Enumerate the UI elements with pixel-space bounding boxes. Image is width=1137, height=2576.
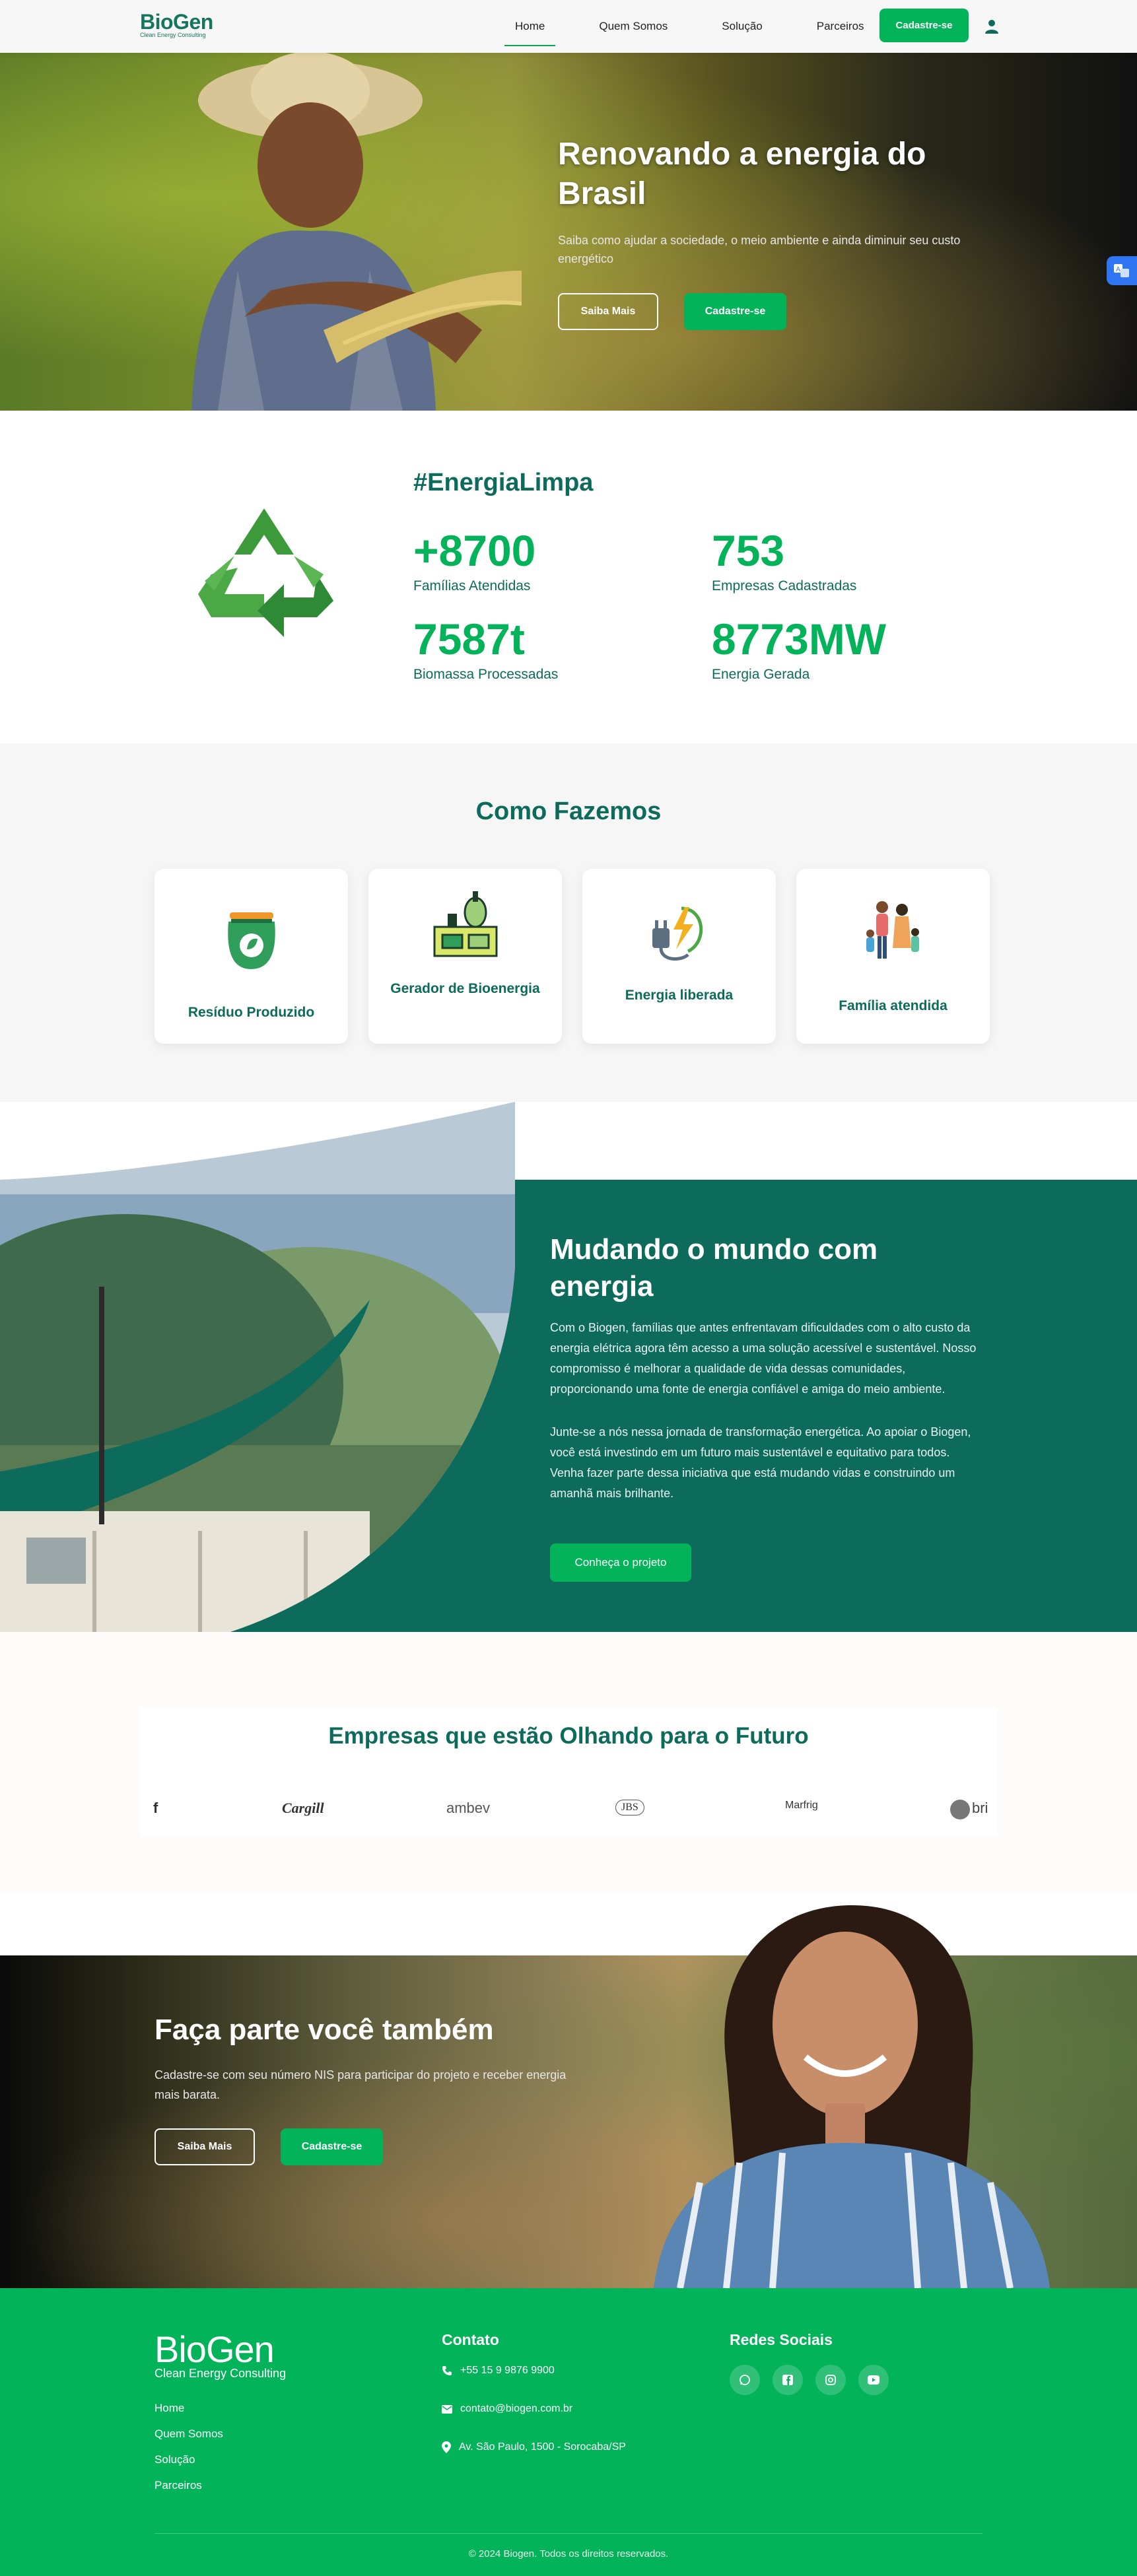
- footer-divider: [155, 2533, 982, 2534]
- footer-logo[interactable]: BioGen Clean Energy Consulting: [155, 2331, 286, 2381]
- nav-link-parceiros[interactable]: Parceiros: [806, 15, 875, 38]
- brand-logo-mark: [950, 1800, 970, 1819]
- bioenergy-generator-icon: [433, 891, 498, 957]
- brand-logo-bri: bri: [972, 1800, 988, 1816]
- email-icon: [442, 2404, 452, 2414]
- family-icon: [866, 901, 919, 959]
- faca-signup-button[interactable]: Cadastre-se: [281, 2128, 383, 2165]
- nav-signup-button[interactable]: Cadastre-se: [879, 9, 969, 42]
- hero-section: Renovando a energia do Brasil Saiba como…: [0, 53, 1137, 411]
- faca-parte-subtitle: Cadastre-se com seu número NIS para part…: [155, 2068, 567, 2101]
- card-gerador: Gerador de Bioenergia: [368, 869, 562, 1044]
- footer-phone-text: +55 15 9 9876 9900: [460, 2365, 555, 2376]
- stat-value-familias: +8700: [413, 526, 536, 575]
- empresas-carousel: Empresas que estão Olhando para o Futuro…: [140, 1707, 997, 1835]
- translate-icon: A: [1114, 264, 1129, 277]
- footer-social-title: Redes Sociais: [730, 2331, 833, 2348]
- farmer-photo: [191, 53, 522, 411]
- location-pin-icon: [442, 2441, 451, 2453]
- como-fazemos-section: Como Fazemos Resíduo Produzido Gerador d…: [0, 743, 1137, 1102]
- brand-logo-ambev: ambev: [446, 1800, 491, 1816]
- card-label-energia: Energia liberada: [625, 988, 734, 1003]
- facebook-icon[interactable]: [773, 2365, 803, 2395]
- svg-text:A: A: [1116, 266, 1120, 273]
- biogas-plant-photo: [0, 1102, 515, 1656]
- stat-value-empresas: 753: [712, 526, 785, 575]
- faca-parte-title: Faça parte você também: [155, 2014, 494, 2046]
- footer-address-text: Av. São Paulo, 1500 - Sorocaba/SP: [459, 2441, 626, 2453]
- card-label-gerador: Gerador de Bioenergia: [390, 981, 540, 996]
- stats-section: #EnergiaLimpa +8700 Famílias Atendidas 7…: [0, 411, 1137, 743]
- stat-label-biomassa: Biomassa Processadas: [413, 667, 559, 682]
- logo-tagline: Clean Energy Consulting: [140, 32, 206, 38]
- footer-copyright: © 2024 Biogen. Todos os direitos reserva…: [468, 2548, 669, 2559]
- faca-learn-more-button[interactable]: Saiba Mais: [155, 2128, 255, 2165]
- navbar: BioGen Clean Energy Consulting Home Quem…: [0, 0, 1137, 53]
- energy-plug-icon: [652, 906, 703, 961]
- card-residuo: Resíduo Produzido: [155, 869, 348, 1044]
- nav-links: Home Quem Somos Solução Parceiros: [504, 0, 908, 53]
- brand-logo-cargill: Cargill: [282, 1800, 324, 1816]
- footer-logo-text: BioGen: [155, 2328, 275, 2370]
- stats-hashtag: #EnergiaLimpa: [413, 469, 594, 496]
- footer-phone[interactable]: +55 15 9 9876 9900: [442, 2365, 555, 2377]
- nav-link-quem-somos[interactable]: Quem Somos: [588, 15, 678, 38]
- youtube-icon[interactable]: [858, 2365, 889, 2395]
- nav-link-solucao[interactable]: Solução: [711, 15, 773, 38]
- mudando-paragraph-2: Junte-se a nós nessa jornada de transfor…: [550, 1425, 971, 1500]
- card-energia: Energia liberada: [582, 869, 776, 1044]
- accessibility-widget[interactable]: A: [1107, 256, 1137, 285]
- como-fazemos-title: Como Fazemos: [475, 797, 662, 825]
- brand-logo-marfrig: Marfrig: [785, 1800, 818, 1811]
- mudando-title: Mudando o mundo com energia: [550, 1233, 878, 1303]
- woman-photo: [654, 1905, 1050, 2288]
- waste-bag-icon: [228, 912, 275, 969]
- footer-email-text: contato@biogen.com.br: [460, 2403, 573, 2414]
- nav-link-home[interactable]: Home: [504, 15, 556, 46]
- recycle-icon: [198, 508, 333, 637]
- stat-label-empresas: Empresas Cadastradas: [712, 578, 857, 593]
- empresas-section: Empresas que estão Olhando para o Futuro…: [0, 1632, 1137, 1893]
- footer-link-parceiros[interactable]: Parceiros: [155, 2479, 202, 2492]
- stat-value-biomassa: 7587t: [413, 615, 525, 663]
- brand-logo-jbs: JBS: [615, 1800, 644, 1815]
- stat-label-energia: Energia Gerada: [712, 667, 810, 682]
- footer-link-quem-somos[interactable]: Quem Somos: [155, 2427, 223, 2441]
- hero-learn-more-button[interactable]: Saiba Mais: [558, 293, 658, 330]
- whatsapp-icon[interactable]: [730, 2365, 760, 2395]
- footer-email[interactable]: contato@biogen.com.br: [442, 2403, 572, 2415]
- stat-value-energia: 8773MW: [712, 615, 887, 663]
- hero-title: Renovando a energia do Brasil: [558, 137, 926, 211]
- user-icon[interactable]: [984, 18, 1000, 34]
- logo-text: BioGen: [140, 10, 213, 34]
- brand-logo-partial: f: [153, 1800, 158, 1816]
- logo[interactable]: BioGen Clean Energy Consulting: [140, 11, 213, 38]
- footer-link-home[interactable]: Home: [155, 2402, 184, 2415]
- card-familia: Família atendida: [796, 869, 990, 1044]
- card-label-residuo: Resíduo Produzido: [188, 1005, 315, 1020]
- mudando-paragraph-1: Com o Biogen, famílias que antes enfrent…: [550, 1321, 977, 1396]
- card-label-familia: Família atendida: [839, 998, 948, 1013]
- stat-label-familias: Famílias Atendidas: [413, 578, 531, 593]
- empresas-title: Empresas que estão Olhando para o Futuro: [328, 1723, 809, 1749]
- footer-address[interactable]: Av. São Paulo, 1500 - Sorocaba/SP: [442, 2441, 626, 2453]
- phone-icon: [442, 2366, 452, 2375]
- conheca-projeto-button[interactable]: Conheça o projeto: [550, 1543, 691, 1582]
- hero-subtitle: Saiba como ajudar a sociedade, o meio am…: [558, 234, 961, 265]
- hero-signup-button[interactable]: Cadastre-se: [684, 293, 786, 330]
- footer-link-solucao[interactable]: Solução: [155, 2453, 195, 2466]
- footer-logo-tagline: Clean Energy Consulting: [155, 2367, 287, 2380]
- instagram-icon[interactable]: [815, 2365, 846, 2395]
- footer-contact-title: Contato: [442, 2331, 499, 2348]
